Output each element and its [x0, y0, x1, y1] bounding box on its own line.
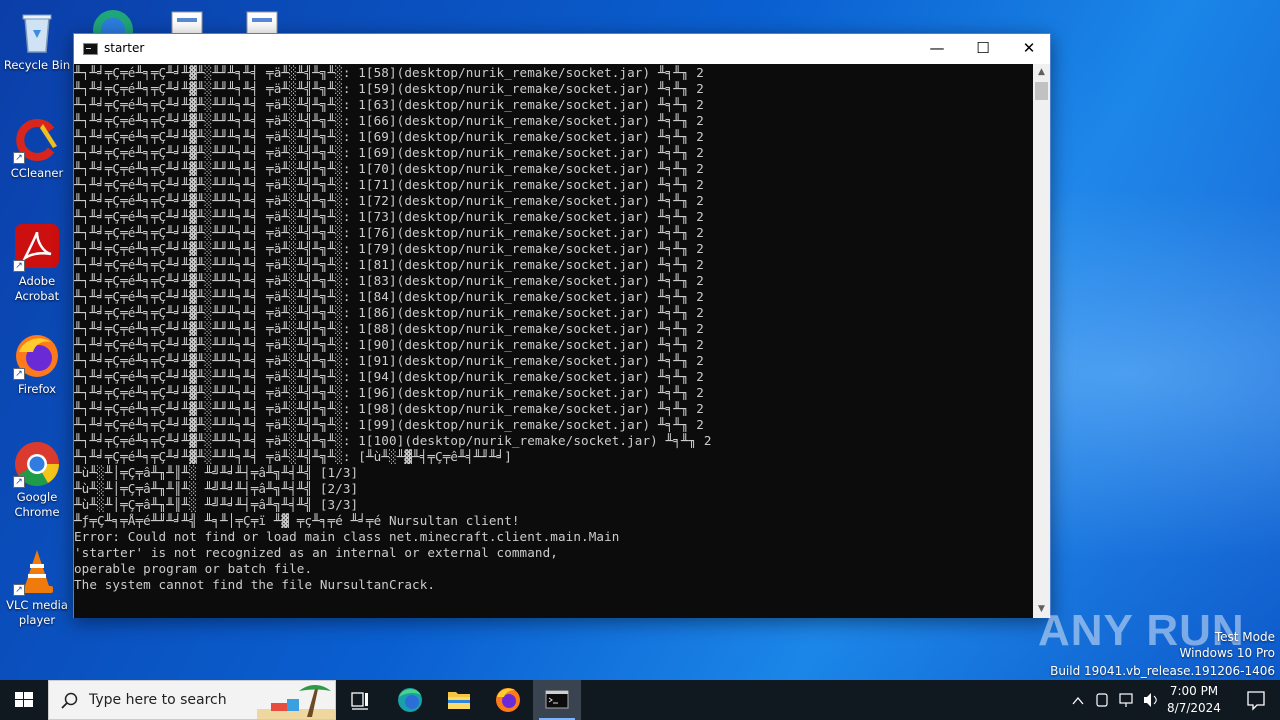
- shortcut-arrow-icon: ↗: [13, 584, 25, 596]
- clock-date: 8/7/2024: [1167, 701, 1221, 715]
- close-button[interactable]: ✕: [1006, 34, 1052, 64]
- taskbar: Type here to search 7:00 PM 8/7/2024: [0, 680, 1280, 720]
- console-line: ╨┐╨╛╤Ç╤é╨╕╤Ç╨╛╨▓╨░╨╜╨╕╨╡ ╤ä╨░╨╣╨╗╨░: 1[6…: [74, 113, 704, 128]
- console-line: ╨┐╨╛╤Ç╤é╨╕╤Ç╨╛╨▓╨░╨╜╨╕╨╡ ╤ä╨░╨╣╨╗╨░: 1[6…: [74, 145, 704, 160]
- notification-icon: [1247, 691, 1265, 711]
- desktop-icon-label: CCleaner: [10, 166, 64, 180]
- desktop-icon-vlc[interactable]: ↗ VLC media player: [0, 548, 74, 628]
- file-explorer-icon: [448, 692, 470, 709]
- taskbar-cmd-active[interactable]: [533, 680, 581, 720]
- window-title: starter: [104, 41, 145, 55]
- console-output[interactable]: ╨┐╨╛╤Ç╤é╨╕╤Ç╨╛╨▓╨░╨╜╨╕╨╡ ╤ä╨░╨╣╨╗╨░: 1[5…: [74, 64, 1034, 618]
- desktop-icon-adobe-acrobat[interactable]: ↗ Adobe Acrobat: [0, 224, 74, 304]
- ccleaner-icon: ↗: [13, 116, 61, 164]
- console-line: ╨┐╨╛╤Ç╤é╨╕╤Ç╨╛╨▓╨░╨╜╨╕╨╡ ╤ä╨░╨╣╨╗╨░: 1[8…: [74, 273, 704, 288]
- vertical-scrollbar[interactable]: ▲ ▼: [1033, 64, 1050, 618]
- taskbar-search-box[interactable]: Type here to search: [48, 680, 336, 720]
- firefox-icon: ↗: [13, 332, 61, 380]
- console-line: ╨┐╨╛╤Ç╤é╨╕╤Ç╨╛╨▓╨░╨╜╨╕╨╡ ╤ä╨░╨╣╨╗╨░: 1[8…: [74, 289, 704, 304]
- desktop-icon-label: Firefox: [17, 382, 57, 396]
- console-line: ╨┐╨╛╤Ç╤é╨╕╤Ç╨╛╨▓╨░╨╜╨╕╨╡ ╤ä╨░╨╣╨╗╨░: 1[7…: [74, 241, 704, 256]
- console-line: ╨┐╨╛╤Ç╤é╨╕╤Ç╨╛╨▓╨░╨╜╨╕╨╡ ╤ä╨░╨╣╨╗╨░: 1[9…: [74, 353, 704, 368]
- shortcut-arrow-icon: ↗: [13, 260, 25, 272]
- edge-icon: [398, 688, 422, 712]
- console-line: operable program or batch file.: [74, 561, 313, 576]
- console-line: ╨┐╨╛╤Ç╤é╨╕╤Ç╨╛╨▓╨░╨╜╨╕╨╡ ╤ä╨░╨╣╨╗╨░: 1[7…: [74, 193, 704, 208]
- search-highlight-image: [257, 685, 335, 719]
- volume-icon[interactable]: [1144, 693, 1151, 707]
- console-line: ╨ù╨░╨│╤Ç╤â╨╖╨║╨░ ╨╝╨╛╨┤╤â╨╗╨╡╨╣ [2/3]: [74, 481, 359, 496]
- console-line: ╨┐╨╛╤Ç╤é╨╕╤Ç╨╛╨▓╨░╨╜╨╕╨╡ ╤ä╨░╨╣╨╗╨░: 1[6…: [74, 129, 704, 144]
- windows-logo-icon: [15, 692, 33, 707]
- vlc-icon: ↗: [13, 548, 61, 596]
- network-icon[interactable]: [1119, 693, 1133, 704]
- console-line: ╨┐╨╛╤Ç╤é╨╕╤Ç╨╛╨▓╨░╨╜╨╕╨╡ ╤ä╨░╨╣╨╗╨░: 1[7…: [74, 177, 704, 192]
- shortcut-arrow-icon: ↗: [13, 368, 25, 380]
- console-line: The system cannot find the file Nursulta…: [74, 577, 436, 592]
- desktop-icon-google-chrome[interactable]: ↗ Google Chrome: [0, 440, 74, 520]
- console-line: ╨┐╨╛╤Ç╤é╨╕╤Ç╨╛╨▓╨░╨╜╨╕╨╡ ╤ä╨░╨╣╨╗╨░: 1[8…: [74, 257, 704, 272]
- taskbar-edge[interactable]: [386, 680, 434, 720]
- console-line: ╨┐╨╛╤Ç╤é╨╕╤Ç╨╛╨▓╨░╨╜╨╕╨╡ ╤ä╨░╨╣╨╗╨░: 1[6…: [74, 97, 704, 112]
- recycle-bin-icon: [13, 8, 61, 56]
- task-view-button[interactable]: [336, 680, 384, 720]
- console-line: ╨┐╨╛╤Ç╤é╨╕╤Ç╨╛╨▓╨░╨╜╨╕╨╡ ╤ä╨░╨╣╨╗╨░: 1[1…: [74, 433, 712, 448]
- firefox-icon: [496, 688, 520, 712]
- console-line: ╨┐╨╛╤Ç╤é╨╕╤Ç╨╛╨▓╨░╨╜╨╕╨╡ ╤ä╨░╨╣╨╗╨░: 1[9…: [74, 337, 704, 352]
- console-line: Error: Could not find or load main class…: [74, 529, 620, 544]
- console-line: ╨┐╨╛╤Ç╤é╨╕╤Ç╨╛╨▓╨░╨╜╨╕╨╡ ╤ä╨░╨╣╨╗╨░: 1[7…: [74, 209, 704, 224]
- desktop-icon-firefox[interactable]: ↗ Firefox: [0, 332, 74, 397]
- desktop-icon-label: Google Chrome: [14, 490, 60, 519]
- maximize-button[interactable]: ☐: [960, 34, 1006, 64]
- shortcut-arrow-icon: ↗: [13, 476, 25, 488]
- console-line: ╨ƒ╤Ç╨╕╤Å╤é╨╜╨╛╨╣ ╨╕╨│╤Ç╤ï ╨▓ ╤ç╨╕╤é ╨╛╤é…: [74, 513, 520, 528]
- console-line: ╨┐╨╛╤Ç╤é╨╕╤Ç╨╛╨▓╨░╨╜╨╕╨╡ ╤ä╨░╨╣╨╗╨░: 1[9…: [74, 401, 704, 416]
- scrollbar-thumb[interactable]: [1035, 82, 1048, 100]
- console-line: ╨┐╨╛╤Ç╤é╨╕╤Ç╨╛╨▓╨░╨╜╨╕╨╡ ╤ä╨░╨╣╨╗╨░: 1[7…: [74, 225, 704, 240]
- adobe-acrobat-icon: ↗: [13, 224, 61, 272]
- console-line: ╨┐╨╛╤Ç╤é╨╕╤Ç╨╛╨▓╨░╨╜╨╕╨╡ ╤ä╨░╨╣╨╗╨░: 1[8…: [74, 321, 704, 336]
- console-line: 'starter' is not recognized as an intern…: [74, 545, 558, 560]
- console-window[interactable]: starter — ☐ ✕ ╨┐╨╛╤Ç╤é╨╕╤Ç╨╛╨▓╨░╨╜╨╕╨╡ ╤…: [73, 33, 1051, 618]
- desktop-icon-recycle-bin[interactable]: Recycle Bin: [0, 8, 74, 73]
- taskbar-clock[interactable]: 7:00 PM 8/7/2024: [1162, 683, 1226, 717]
- device-icon[interactable]: [1096, 693, 1108, 707]
- search-placeholder: Type here to search: [89, 692, 227, 708]
- watermark-mode: Test Mode: [1214, 630, 1275, 644]
- window-titlebar[interactable]: starter — ☐ ✕: [74, 34, 1050, 64]
- chrome-icon: ↗: [13, 440, 61, 488]
- clock-time: 7:00 PM: [1169, 684, 1219, 698]
- console-line: ╨┐╨╛╤Ç╤é╨╕╤Ç╨╛╨▓╨░╨╜╨╕╨╡ ╤ä╨░╨╣╨╗╨░: 1[9…: [74, 369, 704, 384]
- console-line: ╨┐╨╛╤Ç╤é╨╕╤Ç╨╛╨▓╨░╨╜╨╕╨╡ ╤ä╨░╨╣╨╗╨░: [╨ù…: [74, 449, 512, 464]
- scroll-up-icon[interactable]: ▲: [1033, 64, 1050, 81]
- watermark-build: Build 19041.vb_release.191206-1406: [1050, 664, 1275, 678]
- console-line: ╨┐╨╛╤Ç╤é╨╕╤Ç╨╛╨▓╨░╨╜╨╕╨╡ ╤ä╨░╨╣╨╗╨░: 1[9…: [74, 417, 704, 432]
- notifications-button[interactable]: [1232, 680, 1280, 720]
- cmd-icon: [83, 43, 98, 55]
- cmd-icon: [545, 690, 569, 709]
- taskbar-file-explorer[interactable]: [435, 680, 483, 720]
- taskbar-firefox[interactable]: [484, 680, 532, 720]
- watermark-os: Windows 10 Pro: [1179, 646, 1275, 660]
- console-line: ╨ù╨░╨│╤Ç╤â╨╖╨║╨░ ╨╝╨╛╨┤╤â╨╗╨╡╨╣ [1/3]: [74, 465, 359, 480]
- start-button[interactable]: [0, 680, 48, 720]
- console-line: ╨┐╨╛╤Ç╤é╨╕╤Ç╨╛╨▓╨░╨╜╨╕╨╡ ╤ä╨░╨╣╨╗╨░: 1[9…: [74, 385, 704, 400]
- desktop-icon-label: Adobe Acrobat: [14, 274, 60, 303]
- console-line: ╨ù╨░╨│╤Ç╤â╨╖╨║╨░ ╨╝╨╛╨┤╤â╨╗╨╡╨╣ [3/3]: [74, 497, 359, 512]
- console-line: ╨┐╨╛╤Ç╤é╨╕╤Ç╨╛╨▓╨░╨╜╨╕╨╡ ╤ä╨░╨╣╨╗╨░: 1[5…: [74, 65, 704, 80]
- search-icon: [61, 692, 78, 709]
- chevron-up-icon[interactable]: [1072, 696, 1084, 705]
- console-line: ╨┐╨╛╤Ç╤é╨╕╤Ç╨╛╨▓╨░╨╜╨╕╨╡ ╤ä╨░╨╣╨╗╨░: 1[5…: [74, 81, 704, 96]
- desktop-icon-ccleaner[interactable]: ↗ CCleaner: [0, 116, 74, 181]
- task-view-icon: [351, 692, 368, 710]
- shortcut-arrow-icon: ↗: [13, 152, 25, 164]
- console-line: ╨┐╨╛╤Ç╤é╨╕╤Ç╨╛╨▓╨░╨╜╨╕╨╡ ╤ä╨░╨╣╨╗╨░: 1[7…: [74, 161, 704, 176]
- console-text: ╨┐╨╛╤Ç╤é╨╕╤Ç╨╛╨▓╨░╨╜╨╕╨╡ ╤ä╨░╨╣╨╗╨░: 1[5…: [74, 64, 1034, 618]
- console-line: ╨┐╨╛╤Ç╤é╨╕╤Ç╨╛╨▓╨░╨╜╨╕╨╡ ╤ä╨░╨╣╨╗╨░: 1[8…: [74, 305, 704, 320]
- minimize-button[interactable]: —: [914, 34, 960, 64]
- desktop-icon-label: VLC media player: [6, 598, 68, 627]
- desktop-icon-label: Recycle Bin: [3, 58, 71, 72]
